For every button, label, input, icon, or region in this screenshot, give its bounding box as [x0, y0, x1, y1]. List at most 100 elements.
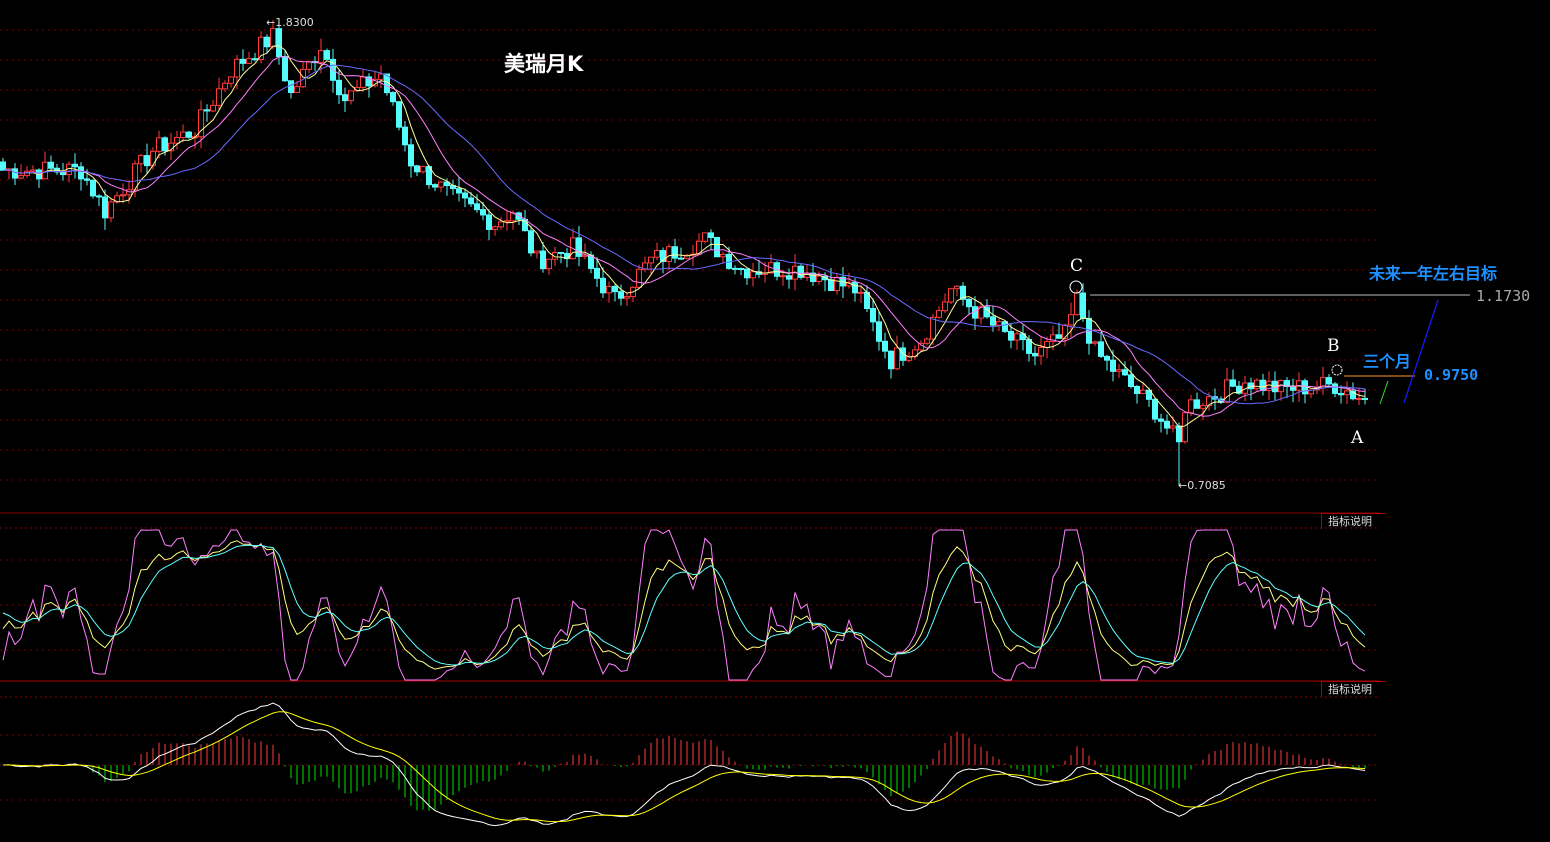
- candle-up: [1092, 341, 1098, 344]
- candle-down: [966, 298, 972, 308]
- candle-up: [438, 181, 444, 188]
- chart-title: 美瑞月K: [504, 52, 584, 76]
- candle-down: [282, 56, 288, 82]
- candle-up: [492, 226, 498, 230]
- candle-down: [1008, 330, 1014, 341]
- point-c-marker: [1069, 280, 1083, 294]
- candle-down: [828, 279, 834, 291]
- candle-down: [888, 350, 894, 370]
- candle-down: [672, 246, 678, 259]
- candle-down: [852, 281, 858, 294]
- candle-up: [996, 321, 1002, 326]
- candle-down: [714, 236, 720, 258]
- candle-up: [228, 76, 234, 84]
- candle-up: [270, 28, 276, 48]
- candle-down: [456, 188, 462, 194]
- candle-down: [474, 203, 480, 211]
- candle-down: [144, 155, 150, 167]
- candle-up: [246, 58, 252, 64]
- candle-down: [204, 109, 210, 112]
- candle-down: [1152, 398, 1158, 420]
- candle-down: [102, 196, 108, 219]
- candle-up: [606, 285, 612, 294]
- indicator-help-button-kdj[interactable]: 指标说明: [1321, 513, 1386, 529]
- target-3m-label: 三个月: [1363, 352, 1412, 371]
- candle-down: [468, 197, 474, 205]
- candle-up: [1182, 412, 1188, 443]
- candle-up: [294, 86, 300, 93]
- candle-down: [738, 268, 744, 271]
- candle-down: [162, 137, 168, 152]
- candle-up: [150, 150, 156, 167]
- candle-up: [534, 250, 540, 254]
- candle-down: [0, 161, 6, 171]
- candle-down: [90, 179, 96, 197]
- candle-down: [324, 50, 330, 60]
- candle-up: [1116, 369, 1122, 372]
- candle-down: [1098, 341, 1104, 357]
- candle-up: [936, 310, 942, 318]
- candle-up: [894, 347, 900, 370]
- candle-down: [1338, 392, 1344, 396]
- candle-up: [654, 250, 660, 258]
- point-a-label: A: [1351, 428, 1364, 448]
- candle-down: [618, 291, 624, 299]
- candle-up: [636, 268, 642, 288]
- candle-down: [594, 267, 600, 279]
- candle-down: [1230, 379, 1236, 387]
- candle-up: [348, 90, 354, 102]
- candle-down: [462, 192, 468, 199]
- candle-up: [702, 232, 708, 242]
- candle-down: [1194, 399, 1200, 409]
- candle-down: [1326, 377, 1332, 385]
- candle-down: [1134, 385, 1140, 394]
- candle-down: [1128, 374, 1134, 387]
- point-c-label: C: [1070, 256, 1084, 276]
- candle-up: [648, 256, 654, 264]
- candle-down: [1158, 418, 1164, 422]
- candle-up: [858, 291, 864, 294]
- candle-down: [432, 184, 438, 188]
- ma5-line: [2, 45, 1366, 428]
- candle-up: [30, 169, 36, 172]
- candle-down: [1362, 398, 1368, 401]
- candle-down: [408, 144, 414, 167]
- candle-down: [390, 92, 396, 103]
- candle-up: [306, 61, 312, 70]
- candle-up: [924, 338, 930, 344]
- candle-up: [42, 161, 48, 180]
- candle-up: [1188, 399, 1194, 414]
- candle-up: [498, 221, 504, 228]
- candle-down: [744, 268, 750, 279]
- candle-up: [1044, 341, 1050, 348]
- candle-down: [708, 232, 714, 238]
- candle-up: [1344, 390, 1350, 396]
- candle-up: [948, 288, 954, 303]
- candle-up: [180, 131, 186, 139]
- candle-up: [156, 137, 162, 152]
- target-year-value: 1.1730: [1476, 287, 1531, 305]
- candle-down: [414, 165, 420, 173]
- candle-up: [750, 271, 756, 279]
- candle-up: [360, 76, 366, 88]
- candle-up: [954, 285, 960, 290]
- candle-down: [402, 126, 408, 146]
- candle-up: [942, 301, 948, 312]
- candle-up: [1068, 314, 1074, 326]
- candle-down: [786, 275, 792, 280]
- candle-down: [186, 131, 192, 138]
- candle-up: [108, 201, 114, 219]
- candlestick-chart: [0, 20, 1470, 827]
- candle-down: [96, 195, 102, 198]
- candle-down: [288, 80, 294, 93]
- candle-down: [1104, 355, 1110, 361]
- indicator-help-button-macd[interactable]: 指标说明: [1321, 681, 1386, 697]
- candle-down: [1080, 292, 1086, 319]
- candle-down: [486, 214, 492, 230]
- short-trend-line: [1379, 380, 1389, 405]
- candle-down: [336, 79, 342, 96]
- candle-down: [342, 94, 348, 102]
- candle-down: [240, 58, 246, 64]
- candle-down: [12, 168, 18, 179]
- candle-down: [678, 257, 684, 260]
